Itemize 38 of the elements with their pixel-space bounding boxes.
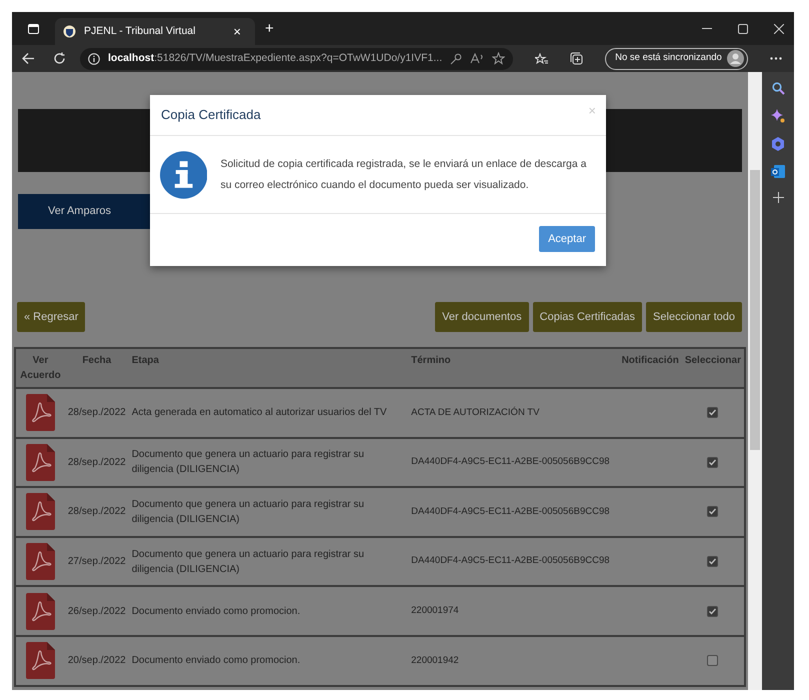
url-text: localhost:51826/TV/MuestraExpediente.aspx?q=OTwW1UDo/y1IVF1... bbox=[108, 50, 442, 66]
address-bar[interactable]: localhost:51826/TV/MuestraExpediente.aspx?q=OTwW1UDo/y1IVF1... bbox=[80, 48, 514, 70]
term-cell: 220001942 bbox=[408, 636, 618, 686]
date-cell: 28/sep./2022 bbox=[64, 438, 129, 488]
date-cell: 27/sep./2022 bbox=[64, 536, 129, 586]
term-cell: DA440DF4-A9C5-EC11-A2BE-005056B9CC98 bbox=[408, 487, 618, 537]
amparos-button[interactable]: Ver Amparos bbox=[18, 194, 150, 229]
stage-cell: Acta generada en automatico al autorizar usuarios del TV bbox=[128, 388, 408, 438]
modal-title: Copia Certificada bbox=[161, 107, 261, 123]
column-header: Término bbox=[408, 348, 618, 388]
column-header: Seleccionar bbox=[682, 348, 745, 388]
date-cell: 28/sep./2022 bbox=[64, 487, 129, 537]
column-header: Ver Acuerdo bbox=[15, 348, 65, 388]
tab-close-button[interactable]: × bbox=[227, 25, 247, 38]
column-header: Notificación bbox=[618, 348, 682, 388]
stage-cell: Documento enviado como promocion. bbox=[128, 636, 408, 686]
column-header: Etapa bbox=[128, 348, 408, 388]
date-cell: 26/sep./2022 bbox=[64, 586, 129, 636]
term-cell: DA440DF4-A9C5-EC11-A2BE-005056B9CC98 bbox=[408, 438, 618, 488]
stage-cell: Documento que genera un actuario para registrar su diligencia (DILIGENCIA) bbox=[128, 438, 408, 488]
back-button[interactable]: « Regresar bbox=[17, 302, 86, 332]
modal-message: Solicitud de copia certificada registrada, se le enviará un enlace de descarga a su correo electrónico cuando el documento pueda ser visualizado. bbox=[220, 156, 588, 192]
stage-cell: Documento enviado como promocion. bbox=[128, 586, 408, 636]
date-cell: 28/sep./2022 bbox=[64, 388, 129, 438]
sync-button[interactable]: No se está sincronizando bbox=[605, 48, 748, 70]
tab-title: PJENL - Tribunal Virtual bbox=[84, 24, 196, 39]
stage-cell: Documento que genera un actuario para registrar su diligencia (DILIGENCIA) bbox=[128, 487, 408, 537]
action-button[interactable]: Copias Certificadas bbox=[532, 302, 642, 332]
browser-tab[interactable]: PJENL - Tribunal Virtual × bbox=[55, 18, 255, 45]
stage-cell: Documento que genera un actuario para registrar su diligencia (DILIGENCIA) bbox=[128, 536, 408, 586]
new-tab-button[interactable]: + bbox=[259, 21, 280, 36]
term-cell: ACTA DE AUTORIZACIÓN TV bbox=[408, 388, 618, 438]
action-button[interactable]: Ver documentos bbox=[435, 302, 529, 332]
date-cell: 20/sep./2022 bbox=[64, 636, 129, 686]
action-button[interactable]: Seleccionar todo bbox=[646, 302, 742, 332]
term-cell: 220001974 bbox=[408, 586, 618, 636]
term-cell: DA440DF4-A9C5-EC11-A2BE-005056B9CC98 bbox=[408, 536, 618, 586]
column-header: Fecha bbox=[64, 348, 129, 388]
